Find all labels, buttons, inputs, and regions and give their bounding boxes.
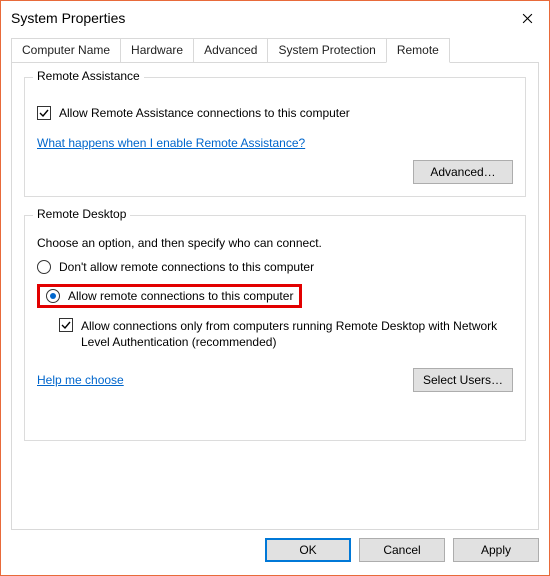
link-help-me-choose[interactable]: Help me choose (37, 373, 124, 387)
tab-advanced[interactable]: Advanced (193, 38, 268, 63)
close-icon (522, 13, 533, 24)
remote-desktop-prompt: Choose an option, and then specify who c… (37, 236, 513, 250)
close-button[interactable] (505, 3, 549, 33)
tab-panel-remote: Remote Assistance Allow Remote Assistanc… (11, 62, 539, 530)
group-remote-desktop: Remote Desktop Choose an option, and the… (24, 215, 526, 441)
group-title-remote-desktop: Remote Desktop (33, 207, 130, 221)
tab-remote[interactable]: Remote (386, 38, 450, 63)
checkbox-nla[interactable] (59, 318, 73, 332)
tab-computer-name[interactable]: Computer Name (11, 38, 121, 63)
checkbox-allow-remote-assistance-label: Allow Remote Assistance connections to t… (59, 106, 350, 120)
radio-dont-allow[interactable] (37, 260, 51, 274)
window-title: System Properties (11, 10, 125, 26)
button-apply[interactable]: Apply (453, 538, 539, 562)
button-select-users[interactable]: Select Users… (413, 368, 513, 392)
group-title-remote-assistance: Remote Assistance (33, 69, 144, 83)
tab-system-protection[interactable]: System Protection (267, 38, 386, 63)
dialog-button-row: OK Cancel Apply (11, 538, 539, 562)
checkbox-allow-remote-assistance[interactable] (37, 106, 51, 120)
radio-allow[interactable] (46, 289, 60, 303)
checkmark-icon (39, 108, 49, 118)
highlight-allow-option: Allow remote connections to this compute… (37, 284, 302, 308)
button-cancel[interactable]: Cancel (359, 538, 445, 562)
radio-allow-label: Allow remote connections to this compute… (68, 289, 293, 303)
link-remote-assistance-help[interactable]: What happens when I enable Remote Assist… (37, 136, 305, 150)
checkmark-icon (61, 320, 71, 330)
radio-dont-allow-label: Don't allow remote connections to this c… (59, 260, 314, 274)
tab-strip: Computer Name Hardware Advanced System P… (11, 38, 539, 63)
button-ok[interactable]: OK (265, 538, 351, 562)
checkbox-nla-label: Allow connections only from computers ru… (81, 318, 513, 350)
button-remote-assistance-advanced[interactable]: Advanced… (413, 160, 513, 184)
tab-hardware[interactable]: Hardware (120, 38, 194, 63)
group-remote-assistance: Remote Assistance Allow Remote Assistanc… (24, 77, 526, 197)
